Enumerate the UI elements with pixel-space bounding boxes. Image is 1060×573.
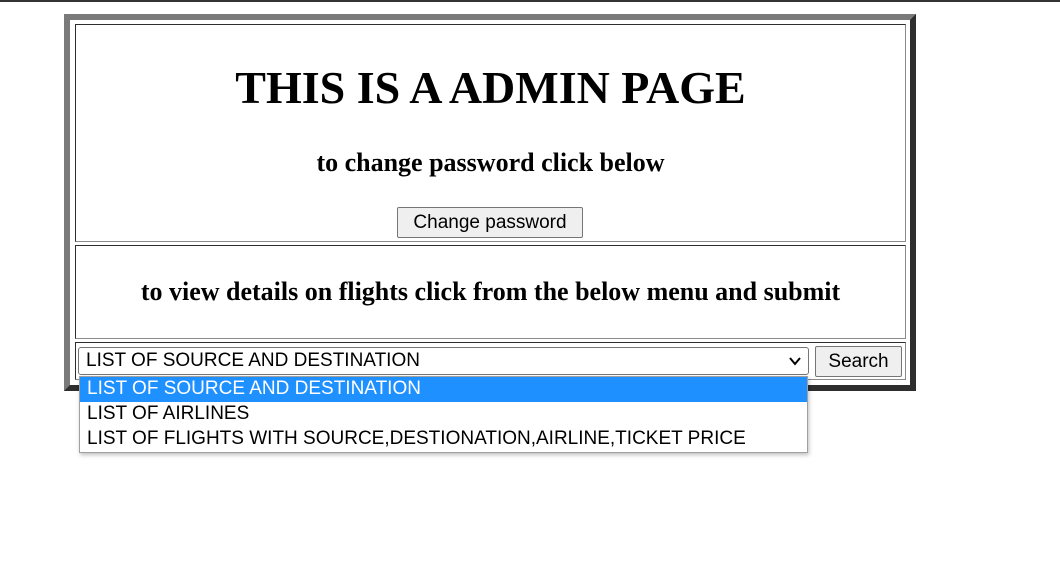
flights-select[interactable]: LIST OF SOURCE AND DESTINATION	[78, 347, 809, 375]
dropdown-option-airlines[interactable]: LIST OF AIRLINES	[80, 402, 807, 427]
change-password-button[interactable]: Change password	[397, 207, 583, 238]
dropdown-option-source-destination[interactable]: LIST OF SOURCE AND DESTINATION	[80, 377, 807, 402]
top-border-line	[0, 0, 1060, 2]
flights-dropdown-list: LIST OF SOURCE AND DESTINATION LIST OF A…	[79, 376, 808, 453]
flights-select-value: LIST OF SOURCE AND DESTINATION	[86, 350, 420, 371]
chevron-down-icon	[789, 357, 801, 366]
flights-prompt: to view details on flights click from th…	[140, 277, 841, 306]
dropdown-option-flights-details[interactable]: LIST OF FLIGHTS WITH SOURCE,DESTIONATION…	[80, 427, 807, 452]
page-title: THIS IS A ADMIN PAGE	[235, 62, 746, 113]
password-prompt: to change password click below	[316, 148, 665, 177]
search-button[interactable]: Search	[815, 346, 902, 377]
